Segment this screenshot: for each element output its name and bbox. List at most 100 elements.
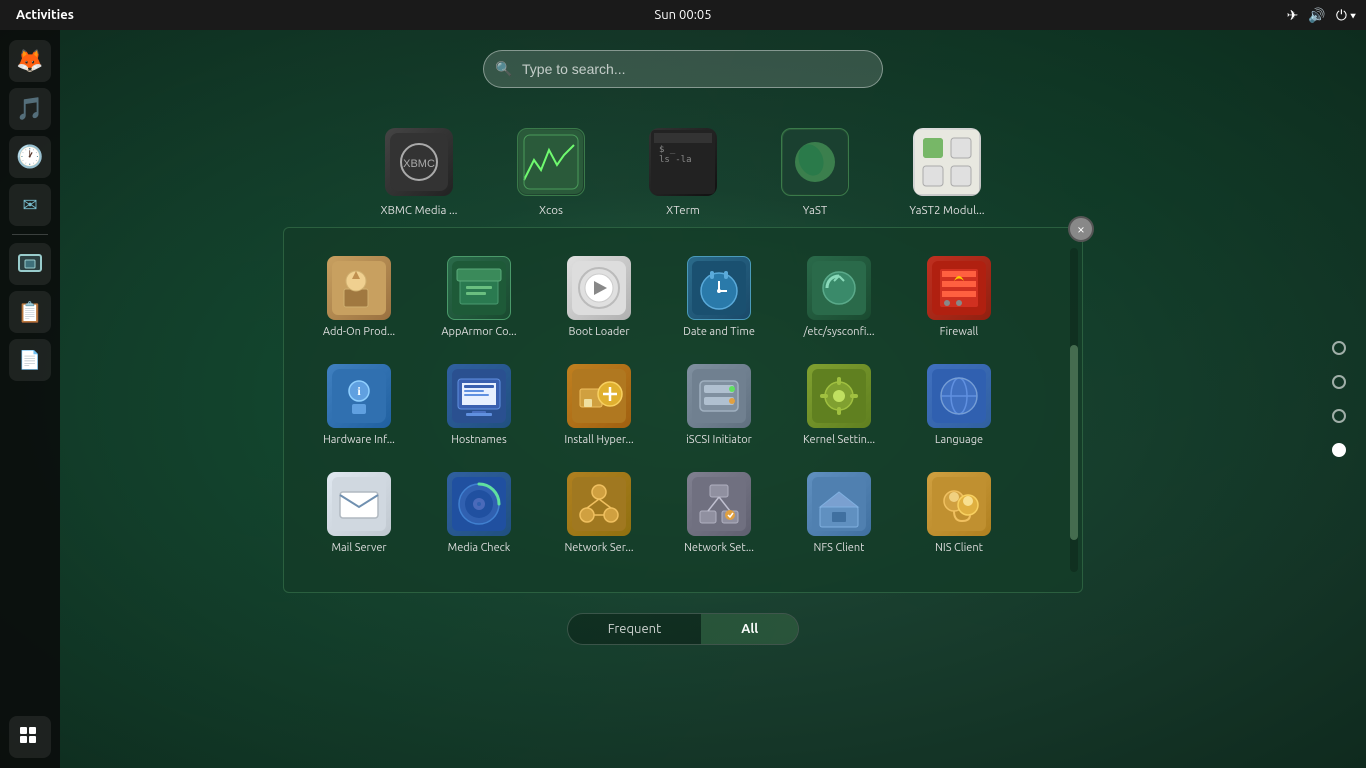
tab-all[interactable]: All <box>701 614 798 644</box>
sidebar-item-doc[interactable]: 📄 <box>9 339 51 381</box>
power-icon[interactable]: ⏻ ▾ <box>1336 7 1356 24</box>
xbmc-label: XBMC Media ... <box>381 204 458 217</box>
networkset-icon <box>687 472 751 536</box>
app-item-apparmor[interactable]: AppArmor Co... <box>424 248 534 346</box>
firewall-label: Firewall <box>940 326 979 338</box>
networksrv-label: Network Ser... <box>564 542 633 554</box>
svg-text:$ _: $ _ <box>659 145 676 155</box>
yast2-icon <box>913 128 981 196</box>
dot-2[interactable] <box>1332 375 1346 389</box>
app-item-nfsclient[interactable]: NFS Client <box>784 464 894 562</box>
app-item-networkset[interactable]: Network Set... <box>664 464 774 562</box>
sidebar-item-rhythmbox[interactable]: 🎵 <box>9 88 51 130</box>
svg-text:ls -la: ls -la <box>659 155 692 165</box>
app-item-yast[interactable]: YaST <box>755 118 875 227</box>
popup-row-3: Mail Server Media Check <box>304 464 1062 562</box>
mailserver-icon <box>327 472 391 536</box>
tab-frequent[interactable]: Frequent <box>568 614 701 644</box>
sidebar-item-firefox[interactable]: 🦊 <box>9 40 51 82</box>
apps-popup: × Add-On Prod... <box>283 227 1083 593</box>
xcos-label: Xcos <box>539 204 563 217</box>
app-item-networksrv[interactable]: Network Ser... <box>544 464 654 562</box>
popup-scrollbar-thumb[interactable] <box>1070 345 1078 539</box>
popup-close-button[interactable]: × <box>1068 216 1094 242</box>
hwinfo-label: Hardware Inf... <box>323 434 395 446</box>
dot-1[interactable] <box>1332 341 1346 355</box>
sound-icon[interactable]: 🔊 <box>1308 7 1325 24</box>
xterm-label: XTerm <box>666 204 700 217</box>
sidebar-divider <box>12 234 48 235</box>
mediacheck-icon <box>447 472 511 536</box>
app-item-hwinfo[interactable]: i Hardware Inf... <box>304 356 414 454</box>
app-item-kernel[interactable]: Kernel Settin... <box>784 356 894 454</box>
app-item-iscsi[interactable]: iSCSI Initiator <box>664 356 774 454</box>
app-item-bootloader[interactable]: Boot Loader <box>544 248 654 346</box>
language-icon <box>927 364 991 428</box>
kernel-icon <box>807 364 871 428</box>
app-item-installhyp[interactable]: Install Hyper... <box>544 356 654 454</box>
popup-row-2: i Hardware Inf... <box>304 356 1062 454</box>
airplane-mode-icon[interactable]: ✈ <box>1287 7 1299 24</box>
search-input[interactable] <box>483 50 883 88</box>
xterm-icon: $ _ ls -la <box>649 128 717 196</box>
app-item-etcsysconf[interactable]: /etc/sysconfi... <box>784 248 894 346</box>
app-item-xterm[interactable]: $ _ ls -la XTerm <box>623 118 743 227</box>
bootloader-label: Boot Loader <box>568 326 629 338</box>
sidebar-item-notes[interactable]: 📋 <box>9 291 51 333</box>
yast2-label: YaST2 Modul... <box>909 204 984 217</box>
apparmor-label: AppArmor Co... <box>441 326 516 338</box>
app-item-yast2[interactable]: YaST2 Modul... <box>887 118 1007 227</box>
app-item-hostnames[interactable]: Hostnames <box>424 356 534 454</box>
app-item-xbmc[interactable]: XBMC XBMC Media ... <box>359 118 479 227</box>
app-item-nisclient[interactable]: NIS Client <box>904 464 1014 562</box>
installhyp-label: Install Hyper... <box>564 434 633 446</box>
apparmor-icon <box>447 256 511 320</box>
iscsi-label: iSCSI Initiator <box>686 434 752 446</box>
sidebar-item-email[interactable]: ✉ <box>9 184 51 226</box>
addon-icon <box>327 256 391 320</box>
nfsclient-label: NFS Client <box>814 542 865 554</box>
topbar: Activities Sun 00:05 ✈ 🔊 ⏻ ▾ <box>0 0 1366 30</box>
activities-button[interactable]: Activities <box>10 8 80 22</box>
etcsysconf-label: /etc/sysconfi... <box>803 326 874 338</box>
nisclient-icon <box>927 472 991 536</box>
app-item-addon[interactable]: Add-On Prod... <box>304 248 414 346</box>
app-item-datetime[interactable]: Date and Time <box>664 248 774 346</box>
sidebar-item-time[interactable]: 🕐 <box>9 136 51 178</box>
right-dots <box>1332 341 1346 457</box>
mailserver-label: Mail Server <box>331 542 386 554</box>
networkset-label: Network Set... <box>684 542 754 554</box>
hostnames-label: Hostnames <box>451 434 506 446</box>
firewall-icon <box>927 256 991 320</box>
sidebar-show-apps-button[interactable] <box>9 716 51 758</box>
top-apps-row: XBMC XBMC Media ... Xcos $ _ <box>359 118 1007 227</box>
datetime-label: Date and Time <box>683 326 755 338</box>
app-item-mediacheck[interactable]: Media Check <box>424 464 534 562</box>
xbmc-icon: XBMC <box>385 128 453 196</box>
popup-row-1: Add-On Prod... AppArmor Co... <box>304 248 1062 346</box>
app-item-firewall[interactable]: Firewall <box>904 248 1014 346</box>
language-label: Language <box>935 434 983 446</box>
nisclient-label: NIS Client <box>935 542 983 554</box>
sidebar: 🦊 🎵 🕐 ✉ 📋 📄 <box>0 30 60 768</box>
bottom-tabs: Frequent All <box>567 613 799 645</box>
dot-3[interactable] <box>1332 409 1346 423</box>
hwinfo-icon: i <box>327 364 391 428</box>
sidebar-item-screenshot[interactable] <box>9 243 51 285</box>
etcsysconf-icon <box>807 256 871 320</box>
svg-text:XBMC: XBMC <box>403 158 435 170</box>
yast-icon <box>781 128 849 196</box>
app-item-xcos[interactable]: Xcos <box>491 118 611 227</box>
app-item-language[interactable]: Language <box>904 356 1014 454</box>
search-container: 🔍 <box>483 50 883 88</box>
search-icon: 🔍 <box>495 61 512 78</box>
networksrv-icon <box>567 472 631 536</box>
bootloader-icon <box>567 256 631 320</box>
popup-scrollbar-track[interactable] <box>1070 248 1078 572</box>
installhyp-icon <box>567 364 631 428</box>
app-item-mailserver[interactable]: Mail Server <box>304 464 414 562</box>
kernel-label: Kernel Settin... <box>803 434 875 446</box>
dot-4[interactable] <box>1332 443 1346 457</box>
xcos-icon <box>517 128 585 196</box>
topbar-right-icons: ✈ 🔊 ⏻ ▾ <box>1287 7 1356 24</box>
